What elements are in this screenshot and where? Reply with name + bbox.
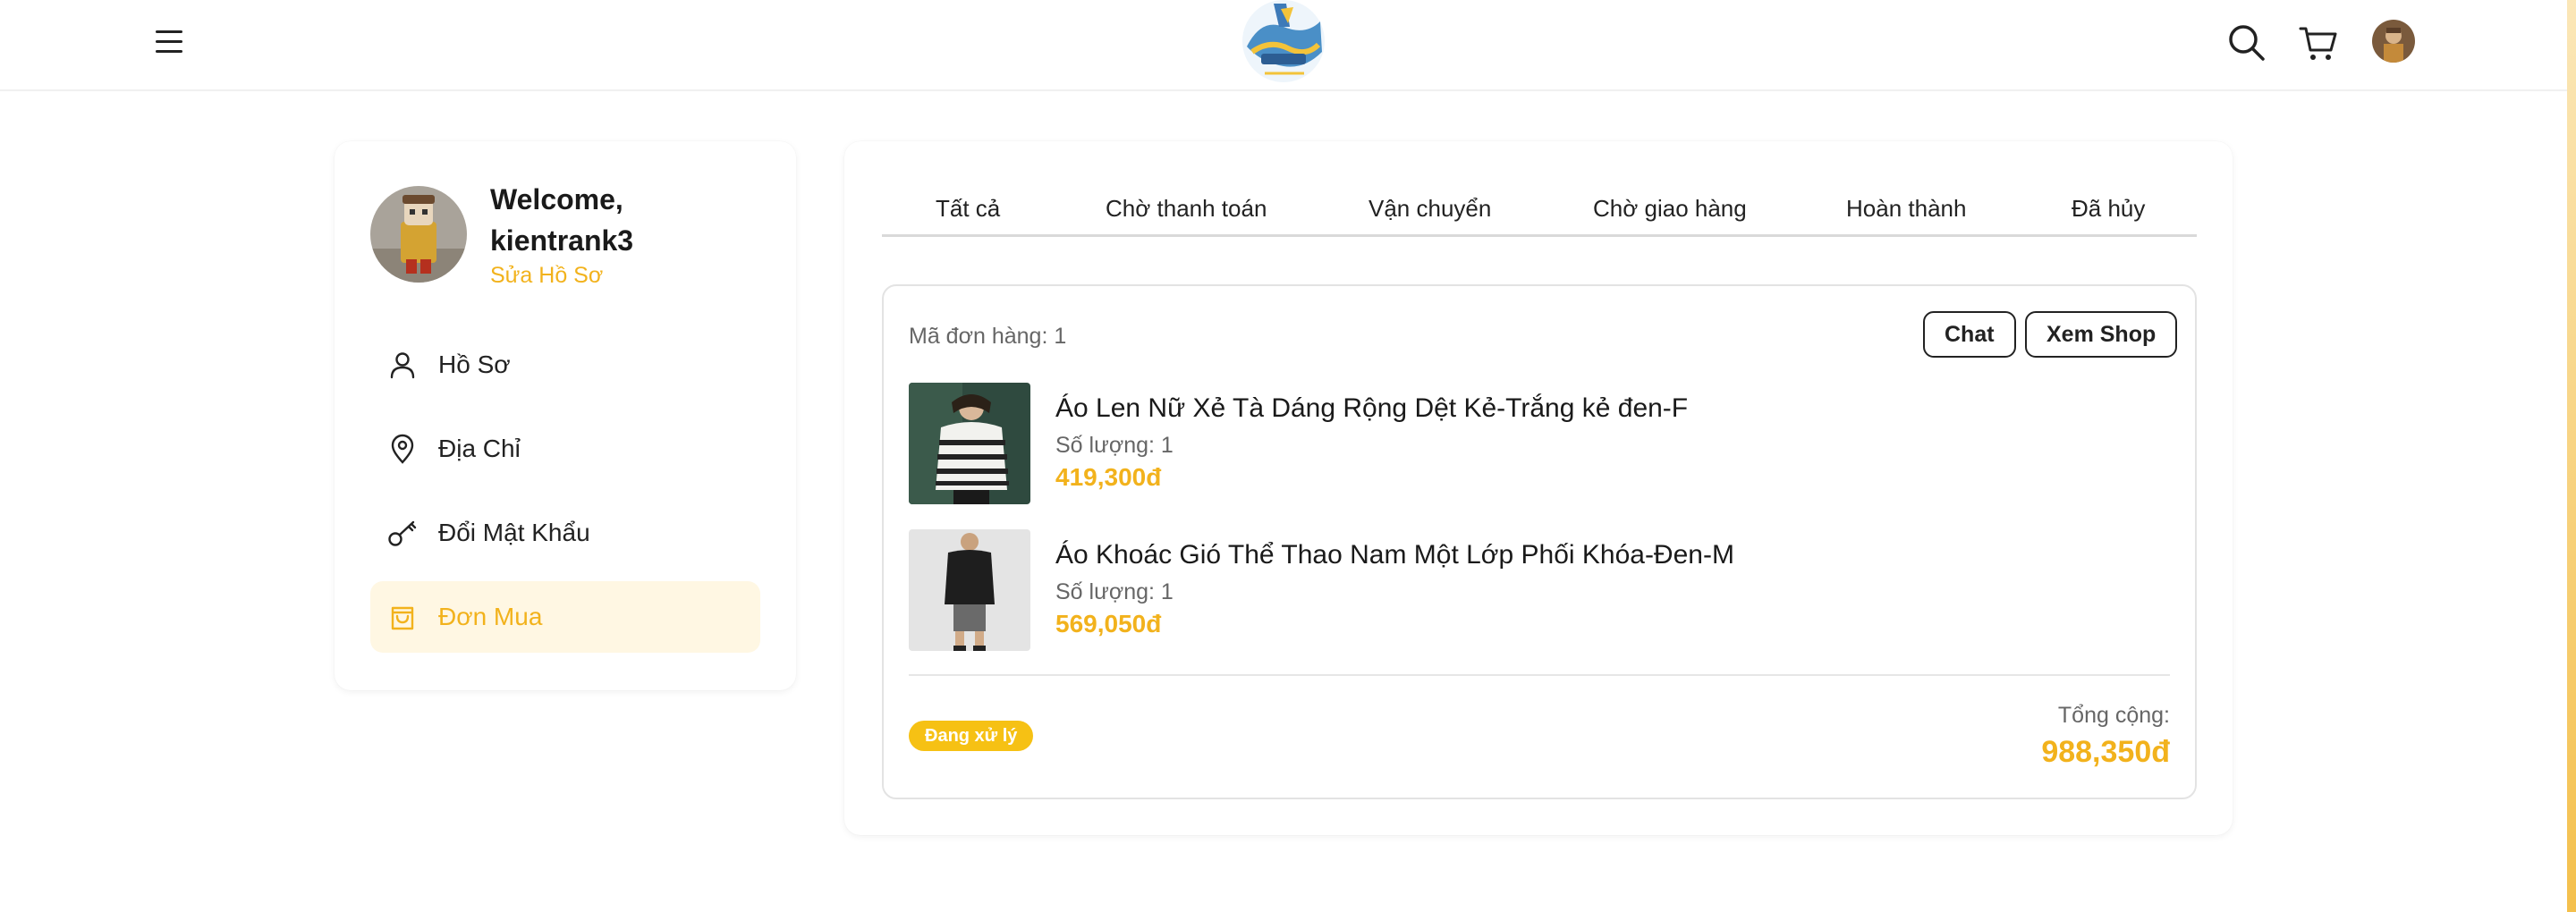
order-card: Mã đơn hàng: 1 Chat Xem Shop Áo Len Nữ X… — [882, 284, 2197, 799]
hamburger-menu-icon[interactable] — [152, 25, 188, 61]
product-name: Áo Len Nữ Xẻ Tà Dáng Rộng Dệt Kẻ-Trắng k… — [1055, 393, 1689, 423]
dummy — [2419, 21, 2462, 64]
product-price: 569,050đ — [1055, 610, 1162, 638]
status-badge: Đang xử lý — [909, 721, 1034, 751]
order-id: Mã đơn hàng: 1 — [909, 324, 1067, 349]
tab-shipping[interactable]: Vận chuyển — [1368, 195, 1491, 223]
orders-panel: Tất cả Chờ thanh toán Vận chuyển Chờ gia… — [844, 141, 2233, 835]
scrollbar[interactable] — [2567, 0, 2576, 912]
sidebar-item-change-password[interactable]: Đổi Mật Khẩu — [370, 497, 760, 569]
search-icon[interactable] — [2225, 21, 2268, 64]
sidebar-item-label: Đơn Mua — [438, 603, 543, 630]
product-thumbnail — [909, 529, 1030, 651]
map-pin-icon — [391, 434, 414, 464]
chat-button[interactable]: Chat — [1923, 311, 2016, 358]
total-label: Tổng cộng: — [2057, 703, 2170, 728]
sidebar-item-address[interactable]: Địa Chỉ — [370, 413, 760, 485]
tab-all[interactable]: Tất cả — [936, 195, 1000, 223]
username: kientrank3 — [490, 224, 634, 257]
account-sidebar: Welcome, kientrank3 Sửa Hồ Sơ Hồ Sơ Địa … — [335, 141, 796, 690]
sidebar-item-orders[interactable]: Đơn Mua — [370, 581, 760, 653]
divider — [909, 674, 2170, 676]
cart-icon[interactable] — [2297, 21, 2340, 64]
product-thumbnail — [909, 383, 1030, 504]
shopping-bag-icon — [391, 606, 414, 630]
user-icon — [390, 352, 415, 379]
order-status-tabs: Tất cả Chờ thanh toán Vận chuyển Chờ gia… — [882, 190, 2197, 237]
top-header — [0, 0, 2567, 91]
order-item[interactable]: Áo Len Nữ Xẻ Tà Dáng Rộng Dệt Kẻ-Trắng k… — [909, 383, 2161, 504]
product-quantity: Số lượng: 1 — [1055, 433, 1174, 458]
profile-avatar — [370, 186, 467, 283]
welcome-text: Welcome, kientrank3 — [490, 179, 633, 261]
total-value: 988,350đ — [2041, 735, 2170, 769]
sidebar-item-profile[interactable]: Hồ Sơ — [370, 329, 760, 401]
tab-awaiting-delivery[interactable]: Chờ giao hàng — [1593, 195, 1747, 223]
order-item[interactable]: Áo Khoác Gió Thể Thao Nam Một Lớp Phối K… — [909, 529, 2161, 651]
sidebar-item-label: Hồ Sơ — [438, 350, 511, 378]
user-avatar[interactable] — [2372, 20, 2415, 63]
product-quantity: Số lượng: 1 — [1055, 579, 1174, 604]
product-price: 419,300đ — [1055, 463, 1162, 491]
view-shop-button[interactable]: Xem Shop — [2025, 311, 2178, 358]
sidebar-item-label: Đổi Mật Khẩu — [438, 519, 590, 546]
key-icon — [388, 520, 417, 546]
tab-awaiting-payment[interactable]: Chờ thanh toán — [1106, 195, 1267, 223]
tab-cancelled[interactable]: Đã hủy — [2072, 195, 2145, 223]
product-name: Áo Khoác Gió Thể Thao Nam Một Lớp Phối K… — [1055, 540, 1734, 570]
edit-profile-link[interactable]: Sửa Hồ Sơ — [490, 263, 603, 289]
sidebar-item-label: Địa Chỉ — [438, 435, 521, 462]
tab-completed[interactable]: Hoàn thành — [1846, 195, 1966, 223]
brand-logo[interactable] — [1234, 0, 1333, 86]
welcome-label: Welcome, — [490, 183, 623, 215]
